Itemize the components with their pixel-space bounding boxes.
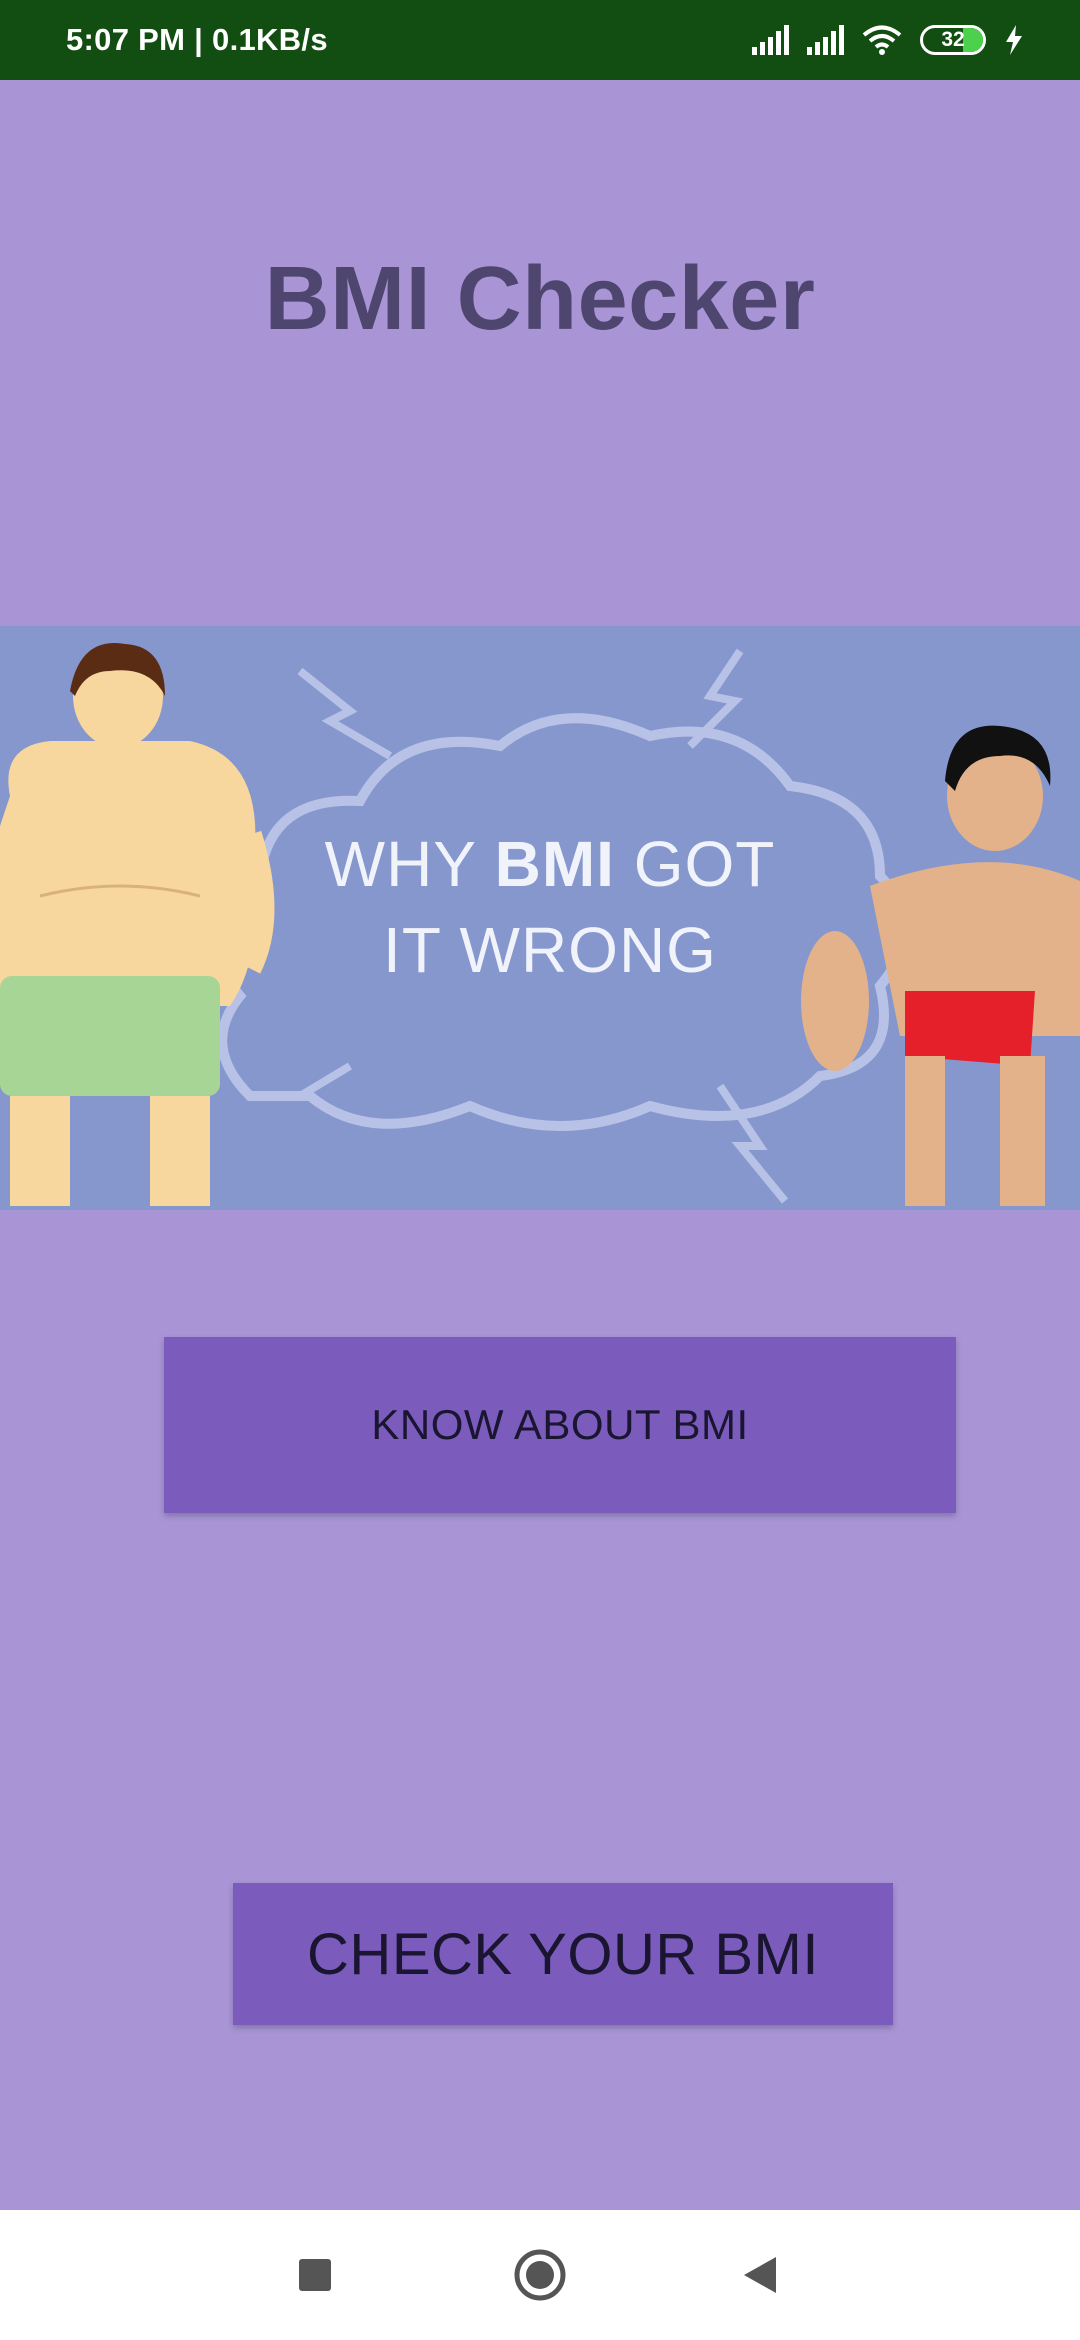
home-button[interactable] [480, 2210, 600, 2340]
page-title: BMI Checker [264, 249, 816, 349]
signal-icon [807, 25, 844, 55]
bmi-banner-image: WHY BMI GOT IT WRONG [0, 626, 1080, 1210]
signal-icon [752, 25, 789, 55]
battery-icon: 32 [920, 25, 986, 55]
back-icon [744, 2257, 776, 2293]
navigation-bar [0, 2210, 1080, 2340]
banner-text-part: WHY [324, 828, 495, 900]
recents-icon [299, 2259, 331, 2291]
status-icons: 32 [752, 24, 1024, 56]
wifi-icon [862, 25, 902, 55]
banner-text-line2: IT WRONG [383, 914, 717, 986]
home-icon [514, 2249, 566, 2301]
fat-man-figure [0, 642, 275, 1206]
banner-caption: WHY BMI GOT IT WRONG [270, 821, 830, 993]
back-button[interactable] [700, 2210, 820, 2340]
battery-level: 32 [941, 28, 965, 51]
banner-text-bmi: BMI [494, 828, 615, 900]
app-screen: BMI Checker WHY BMI GOT IT WRONG KNOW AB… [0, 80, 1080, 2210]
status-time-speed: 5:07 PM | 0.1KB/s [66, 22, 328, 57]
know-about-bmi-button[interactable]: KNOW ABOUT BMI [164, 1337, 956, 1513]
recents-button[interactable] [255, 2210, 375, 2340]
status-bar: 5:07 PM | 0.1KB/s 32 [0, 0, 1080, 80]
check-your-bmi-button[interactable]: CHECK YOUR BMI [233, 1883, 893, 2025]
banner-text-part: GOT [614, 828, 776, 900]
charging-icon [1006, 25, 1022, 55]
